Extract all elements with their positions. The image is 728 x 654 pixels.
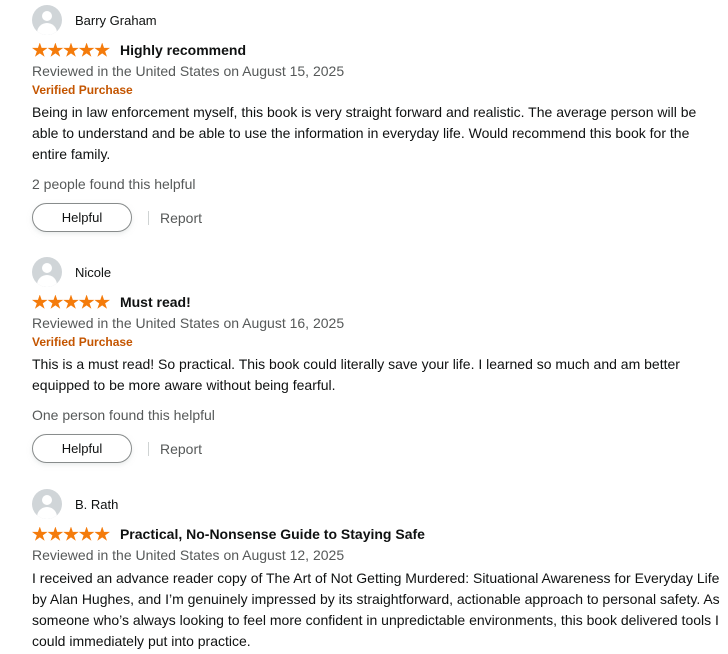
star-icon: [94, 294, 110, 309]
star-icon: [78, 294, 95, 309]
review-date: Reviewed in the United States on August …: [32, 547, 345, 563]
reviewer-name: Barry Graham: [75, 12, 157, 28]
verified-badge: Verified Purchase: [32, 83, 133, 97]
star-icon: [78, 526, 95, 541]
star-icon: [47, 42, 64, 57]
divider: [148, 210, 149, 225]
reviewer-profile[interactable]: Nicole: [32, 257, 722, 287]
star-icon: [47, 526, 64, 541]
review-title[interactable]: Must read!: [120, 294, 191, 310]
avatar: [32, 5, 62, 35]
star-icon: [32, 42, 48, 57]
avatar: [32, 257, 62, 287]
review-date: Reviewed in the United States on August …: [32, 315, 345, 331]
star-icon: [94, 42, 110, 57]
star-icon: [32, 526, 48, 541]
helpful-count: 2 people found this helpful: [32, 176, 196, 192]
star-icon: [63, 526, 79, 541]
avatar: [32, 489, 62, 519]
review-body: I received an advance reader copy of The…: [32, 570, 720, 649]
star-icon: [32, 294, 48, 309]
review-body: Being in law enforcement myself, this bo…: [32, 104, 697, 162]
helpful-button[interactable]: Helpful: [32, 203, 132, 232]
star-icon: [63, 42, 79, 57]
star-icon: [63, 294, 79, 309]
star-rating[interactable]: [32, 294, 110, 310]
reviewer-profile[interactable]: B. Rath: [32, 489, 722, 519]
reviewer-name: Nicole: [75, 264, 112, 280]
review-card: Barry Graham Highly recommend Reviewed i…: [32, 5, 722, 232]
star-icon: [94, 526, 110, 541]
verified-badge: Verified Purchase: [32, 335, 133, 349]
helpful-count: One person found this helpful: [32, 407, 215, 423]
review-card: Nicole Must read! Reviewed in the United…: [32, 257, 722, 463]
reviewer-profile[interactable]: Barry Graham: [32, 5, 722, 35]
review-card: B. Rath Practical, No-Nonsense Guide to …: [32, 489, 722, 652]
review-title[interactable]: Highly recommend: [120, 42, 246, 58]
report-link[interactable]: Report: [160, 441, 202, 457]
star-icon: [78, 42, 95, 57]
review-title[interactable]: Practical, No-Nonsense Guide to Staying …: [120, 526, 425, 542]
star-rating[interactable]: [32, 526, 110, 542]
star-icon: [47, 294, 64, 309]
review-body: This is a must read! So practical. This …: [32, 356, 680, 393]
reviewer-name: B. Rath: [75, 496, 119, 512]
report-link[interactable]: Report: [160, 210, 202, 226]
helpful-button[interactable]: Helpful: [32, 434, 132, 463]
star-rating[interactable]: [32, 42, 110, 58]
review-date: Reviewed in the United States on August …: [32, 63, 345, 79]
divider: [148, 441, 149, 456]
